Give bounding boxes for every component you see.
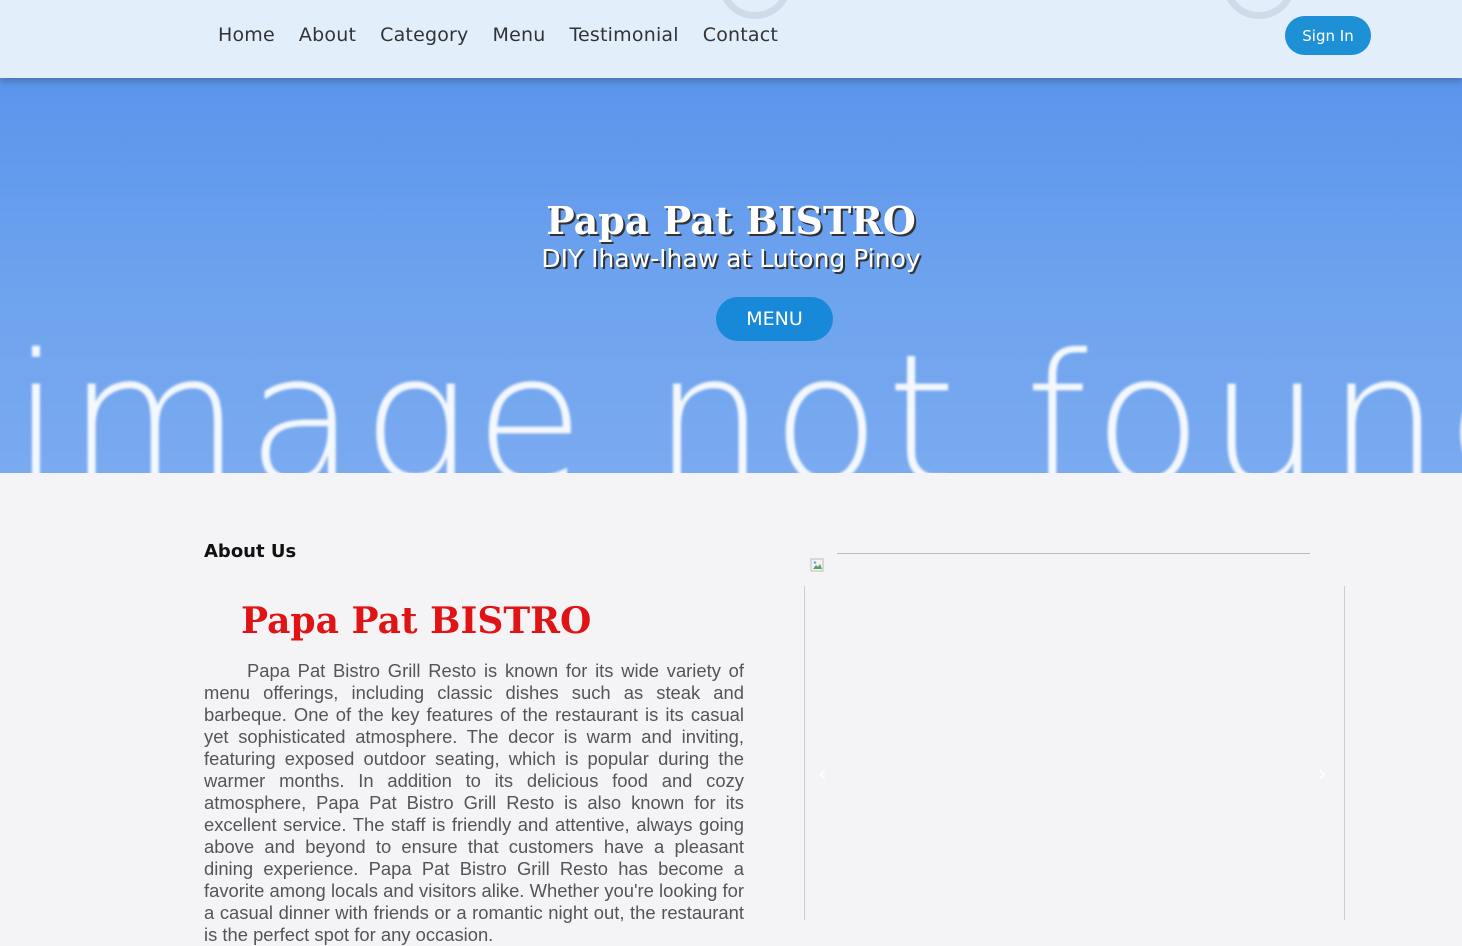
background-decoration (1222, 0, 1296, 19)
hero-subtitle: DIY Ihaw-Ihaw at Lutong Pinoy (541, 244, 921, 273)
broken-image-icon (810, 558, 824, 572)
nav-item-menu[interactable]: Menu (493, 24, 546, 46)
nav-item-contact[interactable]: Contact (703, 24, 778, 46)
hero-banner: image not found Papa Pat BISTRO DIY Ihaw… (0, 78, 1462, 473)
nav-links: Home About Category Menu Testimonial Con… (218, 24, 802, 46)
top-navbar: Home About Category Menu Testimonial Con… (0, 0, 1462, 78)
about-title: Papa Pat BISTRO (241, 600, 592, 642)
carousel-divider (837, 553, 1310, 554)
nav-item-home[interactable]: Home (218, 24, 275, 46)
image-carousel (804, 586, 1345, 920)
sign-in-button[interactable]: Sign In (1285, 16, 1371, 55)
nav-item-category[interactable]: Category (380, 24, 468, 46)
about-heading: About Us (204, 541, 297, 562)
nav-item-testimonial[interactable]: Testimonial (569, 24, 678, 46)
hero-menu-button[interactable]: MENU (716, 297, 833, 341)
nav-item-about[interactable]: About (299, 24, 356, 46)
chevron-right-icon[interactable]: › (1318, 762, 1327, 787)
hero-title: Papa Pat BISTRO (546, 198, 916, 243)
about-body-text: Papa Pat Bistro Grill Resto is known for… (204, 660, 744, 945)
chevron-left-icon[interactable]: ‹ (818, 762, 827, 787)
background-decoration (718, 0, 792, 19)
